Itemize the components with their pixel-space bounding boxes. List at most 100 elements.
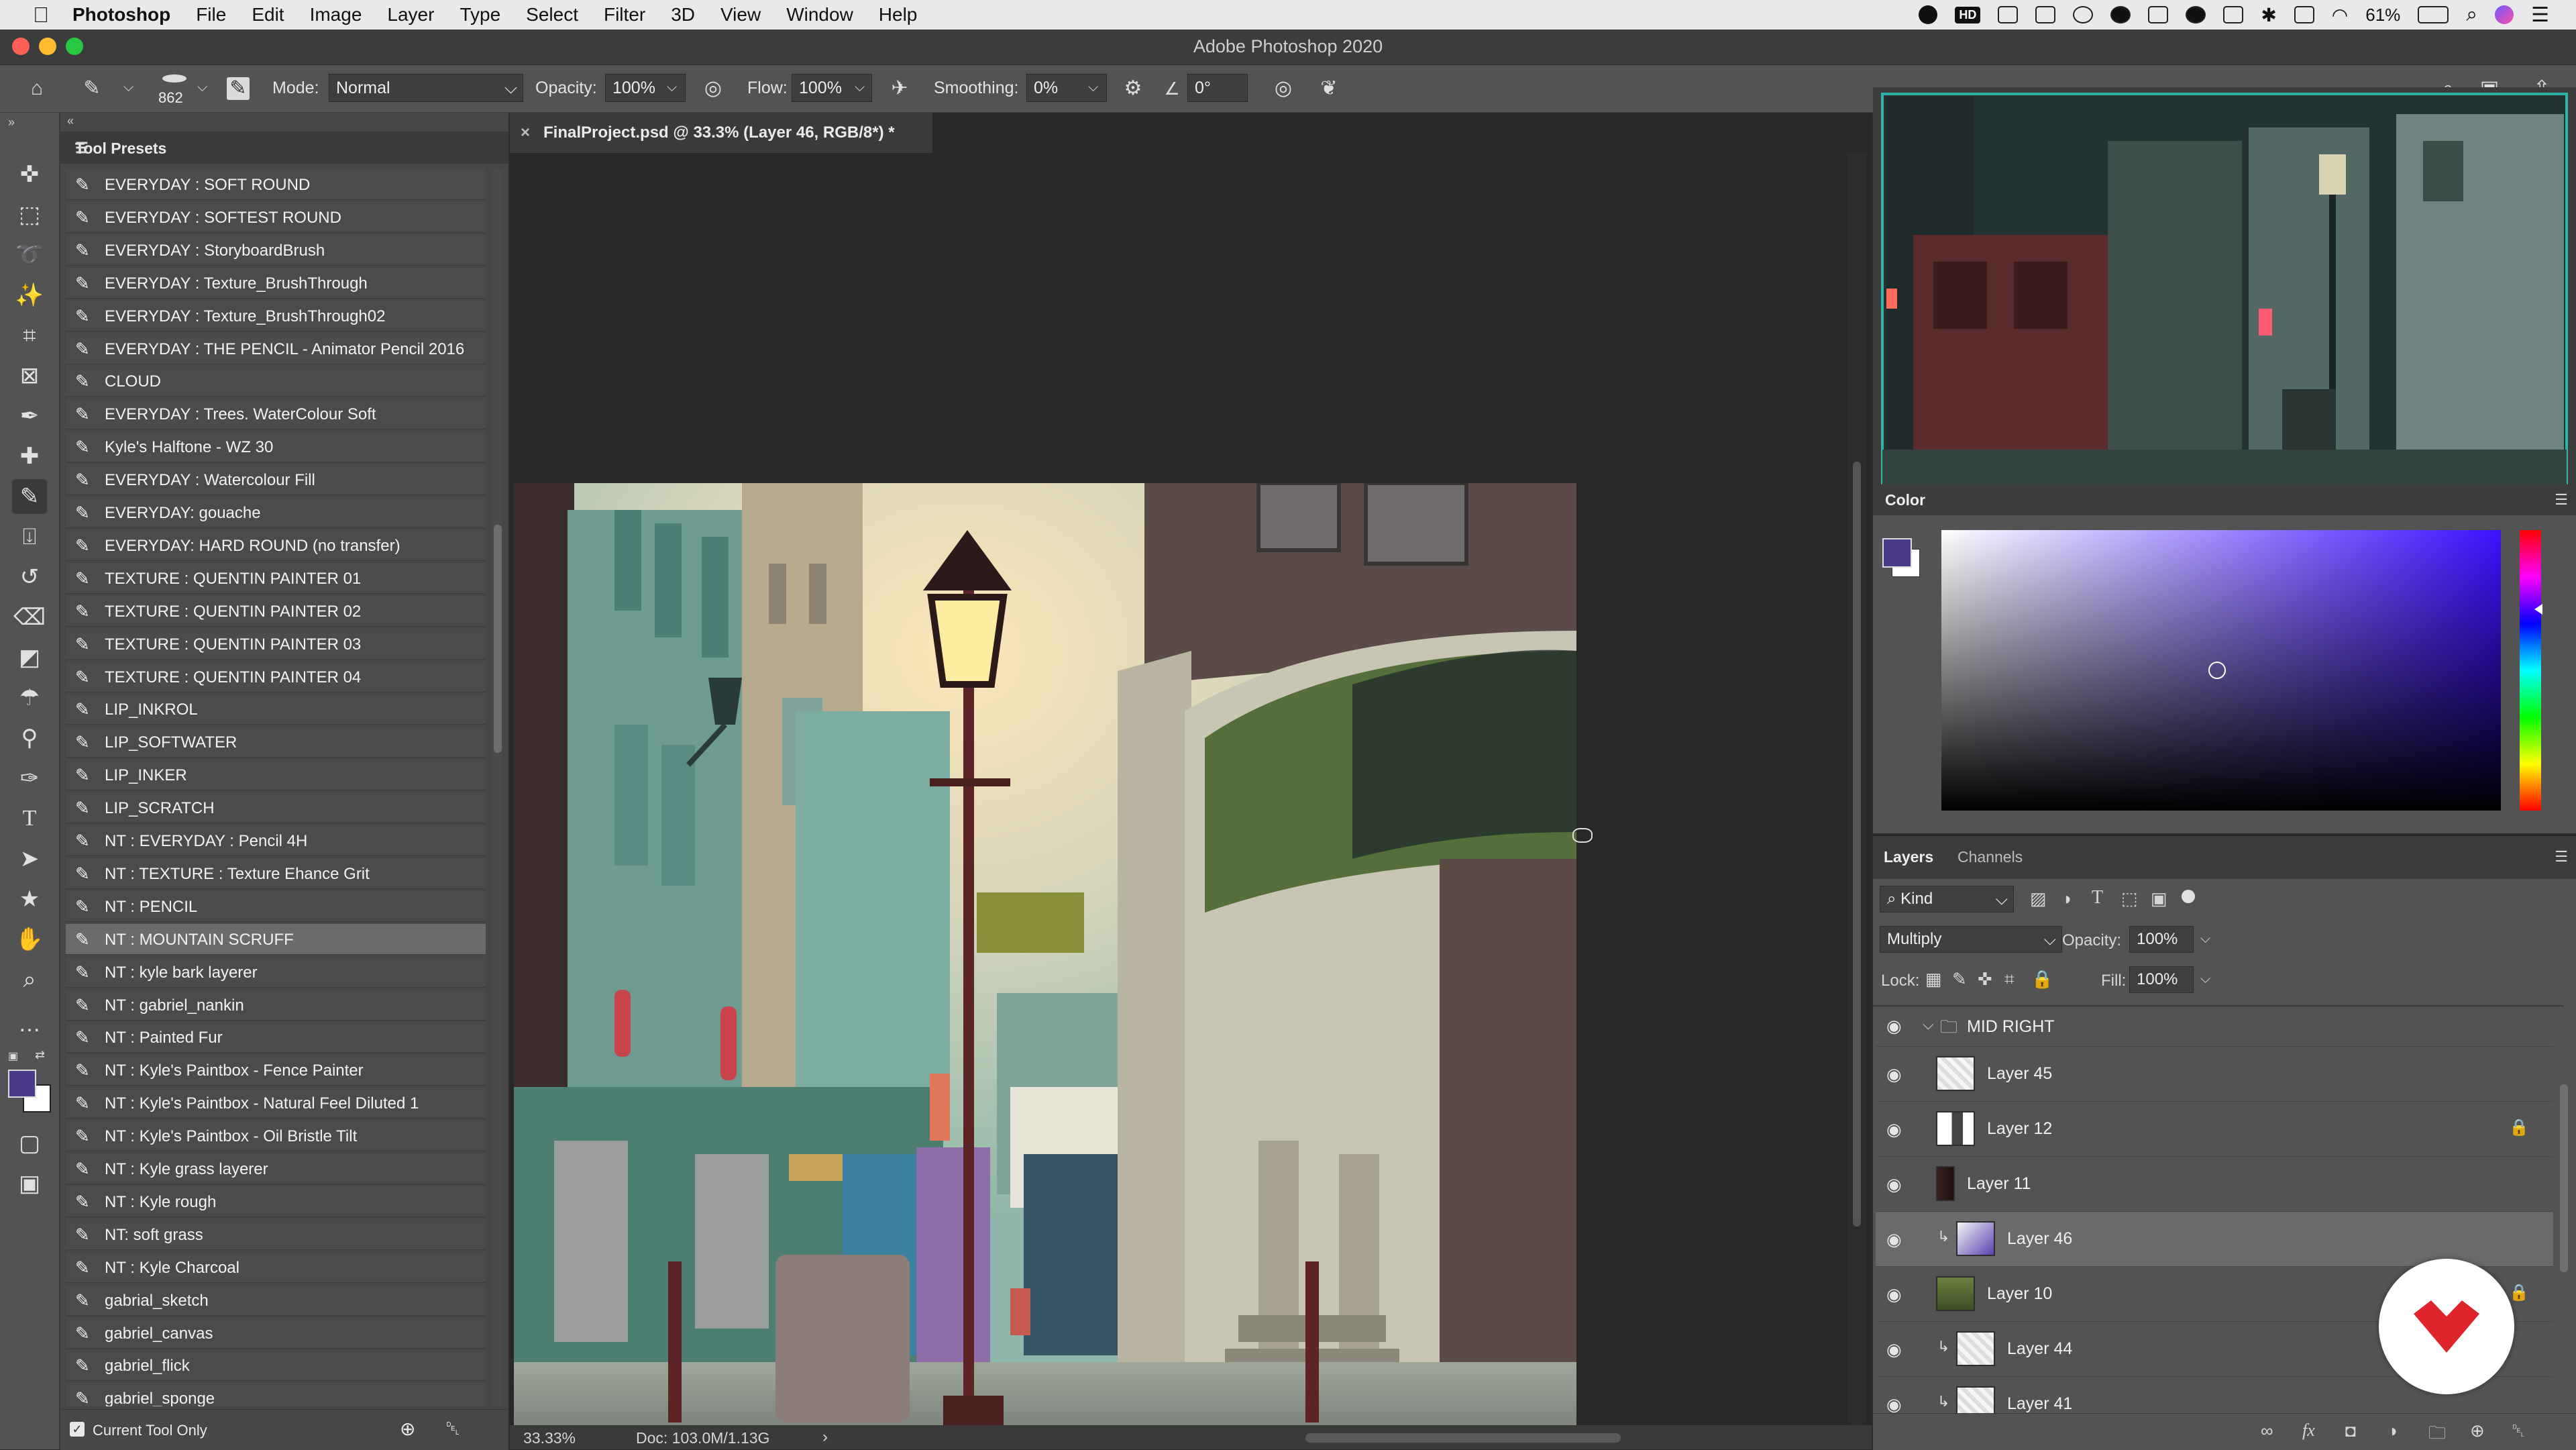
eyedropper-tool-icon[interactable]: ✒ (12, 399, 47, 433)
menu-layer[interactable]: Layer (387, 4, 434, 25)
visibility-eye-icon[interactable]: ◉ (1886, 1064, 1902, 1085)
preset-row[interactable]: ✎ EVERYDAY : SOFT ROUND (66, 169, 486, 200)
symmetry-butterfly-icon[interactable]: ❦ (1316, 76, 1342, 101)
panel-collapse-icon[interactable]: « (67, 114, 74, 128)
layer-opacity-field[interactable]: 100% (2129, 926, 2194, 953)
layer-row[interactable]: ◉ Layer 12 🔒 (1876, 1102, 2553, 1157)
eraser-tool-icon[interactable]: ⌫ (12, 600, 47, 635)
panel-menu-icon[interactable]: ☰ (75, 140, 499, 157)
brush-tool-icon[interactable]: ✎ (12, 479, 47, 514)
airbrush-icon[interactable]: ✈ (887, 76, 912, 101)
chevron-down-icon[interactable]: ⌵ (123, 80, 133, 95)
preset-row[interactable]: ✎ LIP_INKER (66, 760, 486, 791)
panel-menu-icon[interactable]: ☰ (2555, 491, 2568, 509)
menu-app-name[interactable]: Photoshop (72, 4, 170, 25)
menu-file[interactable]: File (196, 4, 226, 25)
preset-row[interactable]: ✎ TEXTURE : QUENTIN PAINTER 02 (66, 595, 486, 627)
layer-name[interactable]: Layer 11 (1967, 1174, 2031, 1194)
spotify-icon[interactable] (2110, 6, 2131, 23)
zoom-tool-icon[interactable]: ⌕ (12, 962, 47, 997)
hue-slider[interactable] (2520, 530, 2542, 811)
healing-brush-tool-icon[interactable]: ✚ (12, 439, 47, 474)
wifi-icon[interactable]: ◠ (2332, 4, 2348, 26)
preset-row[interactable]: ✎ gabriel_sponge (66, 1383, 486, 1406)
home-icon[interactable]: ⌂ (24, 76, 50, 101)
mode-select[interactable]: Normal ⌵ (329, 74, 523, 102)
preset-row[interactable]: ✎ NT : MOUNTAIN SCRUFF (66, 923, 486, 955)
notification-center-icon[interactable]: ☰ (2531, 3, 2549, 27)
move-tool-icon[interactable]: ✜ (12, 157, 47, 192)
artwork-canvas[interactable] (514, 483, 1576, 1428)
screen-mode-icon[interactable]: ▣ (12, 1166, 47, 1201)
siri-icon[interactable] (2495, 5, 2514, 24)
display-icon[interactable] (2035, 6, 2056, 23)
drive-icon[interactable] (2148, 6, 2169, 23)
new-preset-icon[interactable]: ⊕ (400, 1418, 415, 1440)
preset-row[interactable]: ✎ EVERYDAY : SOFTEST ROUND (66, 201, 486, 233)
menu-edit[interactable]: Edit (252, 4, 284, 25)
creative-cloud-icon[interactable] (2073, 6, 2094, 23)
color-picker-circle[interactable] (2208, 662, 2226, 679)
menu-select[interactable]: Select (526, 4, 578, 25)
pen-tool-icon[interactable]: ✑ (12, 761, 47, 796)
filter-smart-objects-icon[interactable]: ▣ (2151, 888, 2167, 909)
preset-row[interactable]: ✎ NT : PENCIL (66, 890, 486, 922)
preset-row[interactable]: ✎ gabrial_sketch (66, 1284, 486, 1316)
layer-style-fx-icon[interactable]: fx (2302, 1420, 2315, 1441)
tab-layers[interactable]: Layers (1884, 848, 1933, 866)
menu-type[interactable]: Type (460, 4, 500, 25)
visibility-eye-icon[interactable]: ◉ (1886, 1339, 1902, 1360)
presets-scrollbar-thumb[interactable] (494, 525, 502, 753)
preset-row[interactable]: ✎ TEXTURE : QUENTIN PAINTER 03 (66, 628, 486, 660)
close-document-icon[interactable]: × (521, 123, 530, 142)
foreground-color-swatch[interactable] (8, 1070, 36, 1098)
filter-kind-select[interactable]: ⌕ Kind ⌵ (1880, 886, 2014, 913)
navigator-preview[interactable] (1873, 87, 2576, 493)
lasso-tool-icon[interactable]: ➰ (12, 238, 47, 272)
filter-toggle-icon[interactable] (2182, 890, 2195, 903)
edit-toolbar-icon[interactable]: … (12, 1006, 47, 1041)
preset-row[interactable]: ✎ gabriel_canvas (66, 1317, 486, 1349)
visibility-eye-icon[interactable]: ◉ (1886, 1284, 1902, 1305)
lock-transparent-pixels-icon[interactable]: ▦ (1925, 969, 1942, 990)
preset-row[interactable]: ✎ EVERYDAY : THE PENCIL - Animator Pencil… (66, 333, 486, 364)
filter-adjustment-layers-icon[interactable]: ◑ (2061, 888, 2072, 909)
menu-window[interactable]: Window (786, 4, 853, 25)
layer-name[interactable]: Layer 10 (1987, 1284, 2052, 1304)
saturation-brightness-field[interactable] (1941, 530, 2501, 811)
preset-row[interactable]: ✎ Kyle's Halftone - WZ 30 (66, 431, 486, 463)
hd-icon[interactable]: HD (1955, 6, 1981, 23)
lock-position-icon[interactable]: ✜ (1978, 969, 1992, 990)
preset-row[interactable]: ✎ TEXTURE : QUENTIN PAINTER 01 (66, 562, 486, 594)
battery-icon[interactable] (2418, 6, 2449, 23)
preset-row[interactable]: ✎ EVERYDAY: gouache (66, 497, 486, 528)
preset-row[interactable]: ✎ EVERYDAY : Trees. WaterColour Soft (66, 399, 486, 430)
preset-row[interactable]: ✎ NT : Kyle Charcoal (66, 1251, 486, 1283)
preset-row[interactable]: ✎ gabriel_flick (66, 1350, 486, 1382)
tab-channels[interactable]: Channels (1957, 848, 2023, 866)
preset-row[interactable]: ✎ NT : EVERYDAY : Pencil 4H (66, 825, 486, 856)
hue-slider-marker[interactable] (2534, 604, 2542, 615)
apple-icon[interactable]:  (25, 0, 56, 30)
menu-3d[interactable]: 3D (671, 4, 695, 25)
current-tool-only-checkbox[interactable]: ✓ (70, 1422, 85, 1437)
toolbar-collapse-icon[interactable]: » (8, 115, 15, 130)
dropbox-icon[interactable] (1998, 6, 2019, 23)
fill-dropdown-icon[interactable]: ⌵ (2200, 972, 2210, 987)
history-brush-tool-icon[interactable]: ↺ (12, 560, 47, 594)
layer-name[interactable]: Layer 44 (2007, 1339, 2072, 1359)
canvas-vertical-scrollbar[interactable] (1847, 153, 1866, 1425)
lock-image-pixels-icon[interactable]: ✎ (1952, 969, 1967, 990)
angle-field[interactable]: 0° (1187, 74, 1248, 102)
quick-mask-icon[interactable]: ▢ (12, 1126, 47, 1161)
visibility-eye-icon[interactable]: ◉ (1886, 1174, 1902, 1195)
preset-row[interactable]: ✎ NT : Kyle's Paintbox - Oil Bristle Tilt (66, 1121, 486, 1152)
visibility-eye-icon[interactable]: ◉ (1886, 1119, 1902, 1140)
bluetooth-icon[interactable]: ✱ (2261, 4, 2276, 26)
airplay-icon[interactable] (2294, 6, 2314, 23)
brush-preset-picker[interactable]: 862 (156, 69, 196, 109)
preset-row[interactable]: ✎ NT : Kyle grass layerer (66, 1153, 486, 1184)
presets-scrollbar[interactable] (492, 169, 503, 1406)
preset-row[interactable]: ✎ EVERYDAY : Watercolour Fill (66, 464, 486, 496)
preset-row[interactable]: ✎ NT : Kyle's Paintbox - Natural Feel Dil… (66, 1088, 486, 1119)
